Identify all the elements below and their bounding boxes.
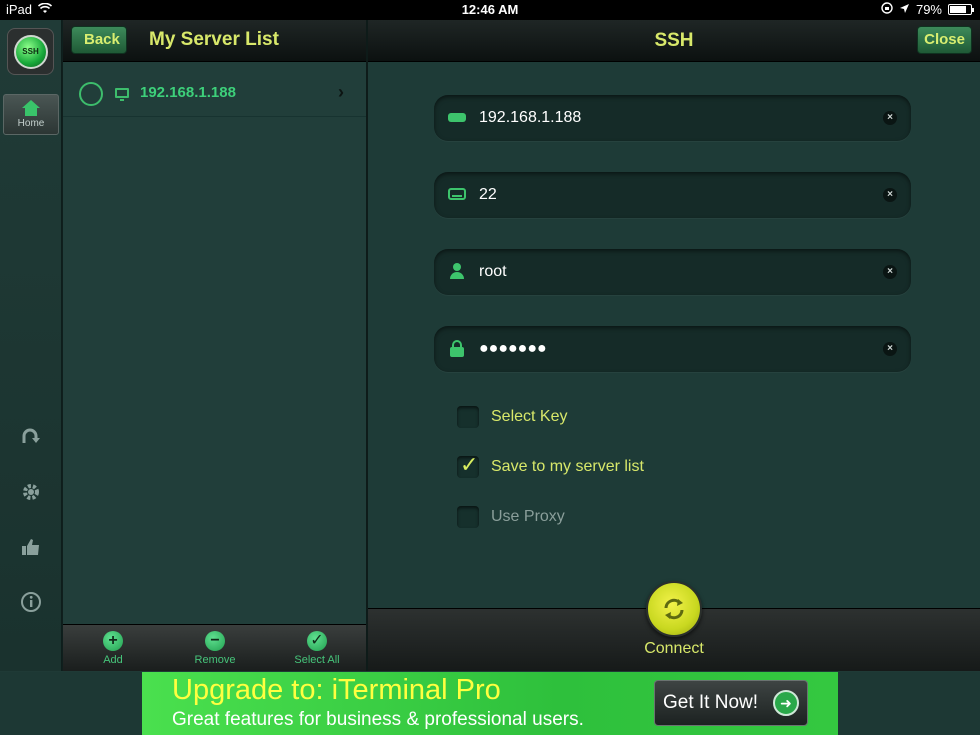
port-icon [448, 186, 466, 204]
ssh-logo-icon: SSH [13, 34, 48, 69]
rotation-lock-icon [881, 2, 893, 17]
logo-text: SSH [22, 47, 39, 56]
checkmark-icon: ✓ [307, 631, 327, 651]
redo-icon[interactable] [19, 426, 43, 450]
remove-label: Remove [194, 654, 236, 666]
ssh-panel: SSH Close 192.168.1.188 × 22 × root × ●●… [368, 20, 980, 671]
server-list-toolbar: + Add − Remove ✓ Select All [63, 624, 366, 671]
banner-headline: Upgrade to: iTerminal Pro [172, 674, 501, 706]
minus-icon: − [205, 631, 225, 651]
monitor-icon [115, 88, 129, 101]
drive-icon [448, 109, 466, 127]
get-it-now-button[interactable]: Get It Now! ➜ [654, 680, 808, 726]
banner-margin-left [0, 672, 142, 735]
server-list-panel: Back My Server List 192.168.1.188 › + Ad… [62, 20, 368, 671]
connect-button[interactable] [646, 581, 702, 637]
remove-button[interactable]: − Remove [175, 631, 255, 666]
clear-port-icon[interactable]: × [883, 188, 897, 202]
select-circle-icon[interactable] [79, 82, 103, 106]
port-field[interactable]: 22 × [434, 172, 911, 218]
location-icon [899, 2, 910, 17]
save-to-list-checkbox[interactable]: ✓ [457, 452, 479, 478]
lock-icon [448, 340, 466, 358]
username-field[interactable]: root × [434, 249, 911, 295]
save-to-list-option[interactable]: ✓ Save to my server list [457, 452, 644, 480]
select-key-label: Select Key [491, 408, 568, 425]
status-time: 12:46 AM [461, 2, 519, 17]
password-value[interactable]: ●●●●●●● [479, 340, 547, 358]
server-address: 192.168.1.188 [140, 84, 236, 101]
home-icon [22, 100, 40, 116]
server-list-header: Back My Server List [63, 20, 366, 62]
status-bar: iPad 12:46 AM 79% [0, 0, 980, 20]
banner-subtext: Great features for business & profession… [172, 709, 584, 730]
ssh-header: SSH Close [368, 20, 980, 62]
use-proxy-option[interactable]: Use Proxy [457, 504, 565, 530]
upgrade-banner[interactable]: Upgrade to: iTerminal Pro Great features… [142, 672, 838, 735]
thumbs-up-icon[interactable] [19, 536, 43, 560]
server-list-item[interactable]: 192.168.1.188 › [63, 73, 366, 117]
arrow-right-icon: ➜ [773, 690, 799, 716]
host-value[interactable]: 192.168.1.188 [479, 109, 581, 127]
app-logo[interactable]: SSH [7, 28, 54, 75]
info-icon[interactable] [19, 591, 43, 615]
checkmark-icon: ✓ [460, 452, 479, 477]
side-rail: SSH Home [0, 20, 62, 671]
use-proxy-label: Use Proxy [491, 508, 565, 525]
user-icon [448, 263, 466, 281]
add-label: Add [103, 654, 123, 666]
host-field[interactable]: 192.168.1.188 × [434, 95, 911, 141]
use-proxy-checkbox[interactable] [457, 506, 479, 528]
select-all-button[interactable]: ✓ Select All [277, 631, 357, 666]
battery-icon [948, 4, 974, 15]
plus-icon: + [103, 631, 123, 651]
home-button[interactable]: Home [3, 94, 59, 135]
banner-margin-right [838, 672, 980, 735]
save-to-list-label: Save to my server list [491, 458, 644, 475]
back-button[interactable]: Back [71, 26, 127, 54]
gear-icon[interactable] [19, 481, 43, 505]
select-key-checkbox[interactable] [457, 406, 479, 428]
refresh-icon [664, 598, 684, 620]
clear-password-icon[interactable]: × [883, 342, 897, 356]
battery-percent: 79% [915, 2, 942, 17]
password-field[interactable]: ●●●●●●● × [434, 326, 911, 372]
battery-fill [950, 6, 966, 13]
home-label: Home [17, 118, 45, 129]
get-it-now-label: Get It Now! [663, 692, 759, 713]
clear-username-icon[interactable]: × [883, 265, 897, 279]
server-list-title: My Server List [149, 29, 279, 50]
chevron-right-icon: › [338, 82, 344, 102]
page-title: SSH [654, 30, 694, 51]
clear-host-icon[interactable]: × [883, 111, 897, 125]
status-right: 79% [881, 2, 974, 17]
select-key-option[interactable]: Select Key [457, 404, 567, 430]
select-all-label: Select All [294, 654, 340, 666]
add-button[interactable]: + Add [73, 631, 153, 666]
connect-label: Connect [644, 640, 704, 657]
username-value[interactable]: root [479, 263, 507, 281]
close-button[interactable]: Close [917, 26, 972, 54]
port-value[interactable]: 22 [479, 186, 497, 204]
